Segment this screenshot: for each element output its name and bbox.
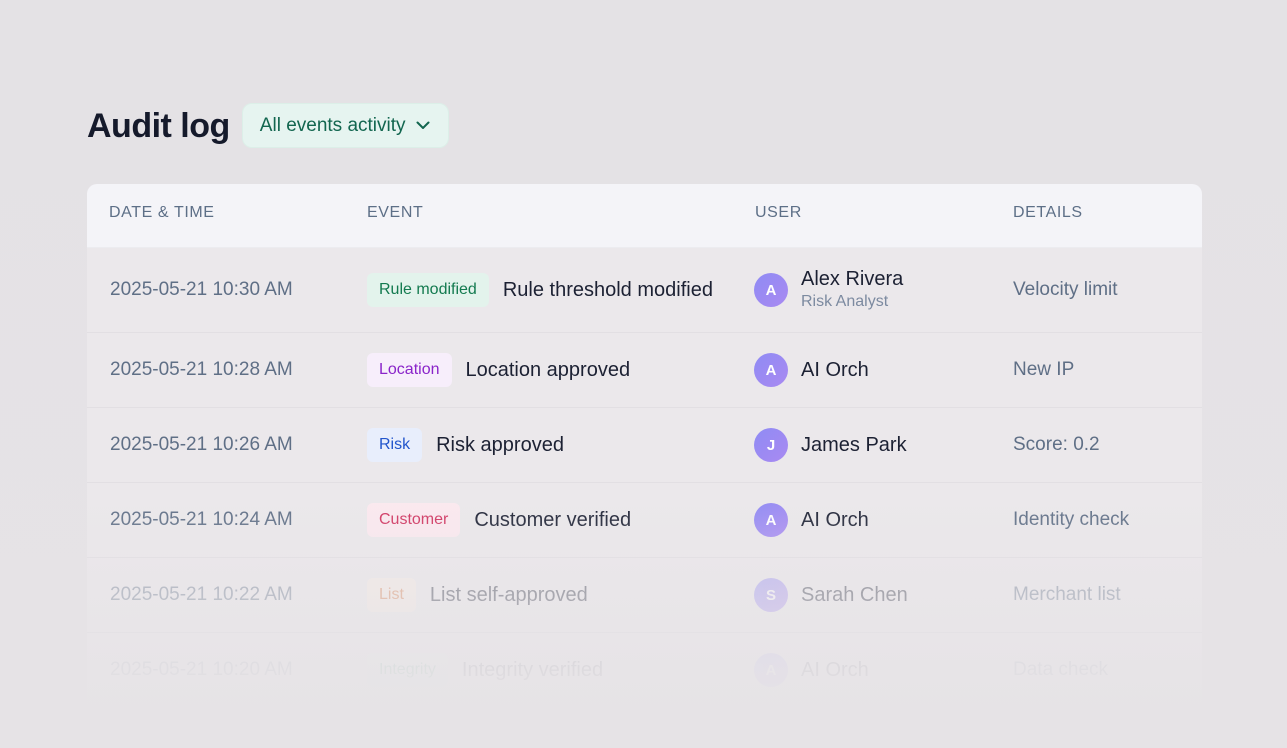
event-type-badge: List	[367, 578, 416, 612]
table-body: 2025-05-21 10:30 AM Rule modified Rule t…	[87, 248, 1202, 704]
column-header-user[interactable]: USER	[755, 184, 802, 247]
row-user: A AI Orch	[754, 483, 869, 557]
row-datetime: 2025-05-21 10:26 AM	[110, 434, 293, 455]
row-event: Integrity Integrity verified	[367, 633, 603, 704]
user-role: Risk Analyst	[801, 293, 889, 310]
row-event: Location Location approved	[367, 333, 630, 407]
row-user: S Sarah Chen	[754, 558, 908, 632]
chevron-down-icon	[416, 121, 430, 130]
table-row[interactable]: 2025-05-21 10:22 AM List List self-appro…	[87, 558, 1202, 633]
row-details: Velocity limit	[1013, 279, 1118, 300]
event-description: Integrity verified	[461, 658, 604, 681]
row-event: Customer Customer verified	[367, 483, 631, 557]
event-description: List self-approved	[429, 583, 588, 606]
event-type-badge: Rule modified	[367, 273, 489, 307]
avatar: A	[754, 653, 788, 687]
user-info: James Park	[801, 433, 907, 457]
table-row[interactable]: 2025-05-21 10:30 AM Rule modified Rule t…	[87, 248, 1202, 333]
table-header: DATE & TIME EVENT USER DETAILS	[87, 184, 1202, 248]
avatar: A	[754, 503, 788, 537]
user-info: Alex Rivera Risk Analyst	[801, 267, 903, 313]
row-event: List List self-approved	[367, 558, 588, 632]
table-row[interactable]: 2025-05-21 10:20 AM Integrity Integrity …	[87, 633, 1202, 704]
user-name: Alex Rivera	[801, 268, 904, 290]
row-datetime: 2025-05-21 10:30 AM	[110, 279, 293, 300]
user-info: AI Orch	[801, 508, 869, 532]
table-row[interactable]: 2025-05-21 10:24 AM Customer Customer ve…	[87, 483, 1202, 558]
row-datetime: 2025-05-21 10:22 AM	[110, 584, 293, 605]
event-type-badge: Risk	[367, 428, 423, 462]
user-info: AI Orch	[801, 658, 869, 682]
user-name: AI Orch	[801, 359, 869, 381]
event-description: Location approved	[465, 358, 631, 381]
page-header: Audit log All events activity	[87, 103, 449, 148]
avatar: A	[754, 353, 788, 387]
user-name: James Park	[801, 434, 907, 456]
event-description: Rule threshold modified	[502, 278, 713, 301]
row-details: Data check	[1013, 659, 1109, 680]
row-user: J James Park	[754, 408, 907, 482]
row-details: Score: 0.2	[1013, 434, 1100, 455]
event-description: Customer verified	[474, 508, 632, 531]
audit-log-table: DATE & TIME EVENT USER DETAILS 2025-05-2…	[87, 184, 1202, 704]
user-name: AI Orch	[801, 659, 869, 681]
user-info: Sarah Chen	[801, 583, 908, 607]
page-title: Audit log	[87, 106, 230, 145]
user-name: AI Orch	[801, 509, 869, 531]
row-user: A AI Orch	[754, 633, 869, 704]
row-user: A AI Orch	[754, 333, 869, 407]
event-description: Risk approved	[436, 433, 564, 456]
column-header-details[interactable]: DETAILS	[1013, 184, 1083, 247]
user-info: AI Orch	[801, 358, 869, 382]
row-datetime: 2025-05-21 10:24 AM	[110, 509, 293, 530]
row-event: Rule modified Rule threshold modified	[367, 248, 713, 332]
row-details: New IP	[1013, 359, 1075, 380]
avatar: S	[754, 578, 788, 612]
row-datetime: 2025-05-21 10:20 AM	[110, 659, 293, 680]
event-type-badge: Location	[367, 353, 452, 387]
event-filter-dropdown[interactable]: All events activity	[241, 103, 449, 148]
row-details: Identity check	[1013, 509, 1130, 530]
avatar: A	[754, 273, 788, 307]
row-datetime: 2025-05-21 10:28 AM	[110, 359, 293, 380]
table-row[interactable]: 2025-05-21 10:26 AM Risk Risk approved J…	[87, 408, 1202, 483]
table-row[interactable]: 2025-05-21 10:28 AM Location Location ap…	[87, 333, 1202, 408]
column-header-event[interactable]: EVENT	[367, 184, 423, 247]
row-event: Risk Risk approved	[367, 408, 564, 482]
row-user: A Alex Rivera Risk Analyst	[754, 248, 903, 332]
event-filter-label: All events activity	[259, 114, 406, 136]
column-header-date[interactable]: DATE & TIME	[109, 184, 215, 247]
user-name: Sarah Chen	[801, 584, 908, 606]
event-type-badge: Integrity	[367, 653, 448, 687]
row-details: Merchant list	[1013, 584, 1121, 605]
avatar: J	[754, 428, 788, 462]
event-type-badge: Customer	[367, 503, 461, 537]
audit-log-page: Audit log All events activity DATE & TIM…	[0, 0, 1287, 748]
